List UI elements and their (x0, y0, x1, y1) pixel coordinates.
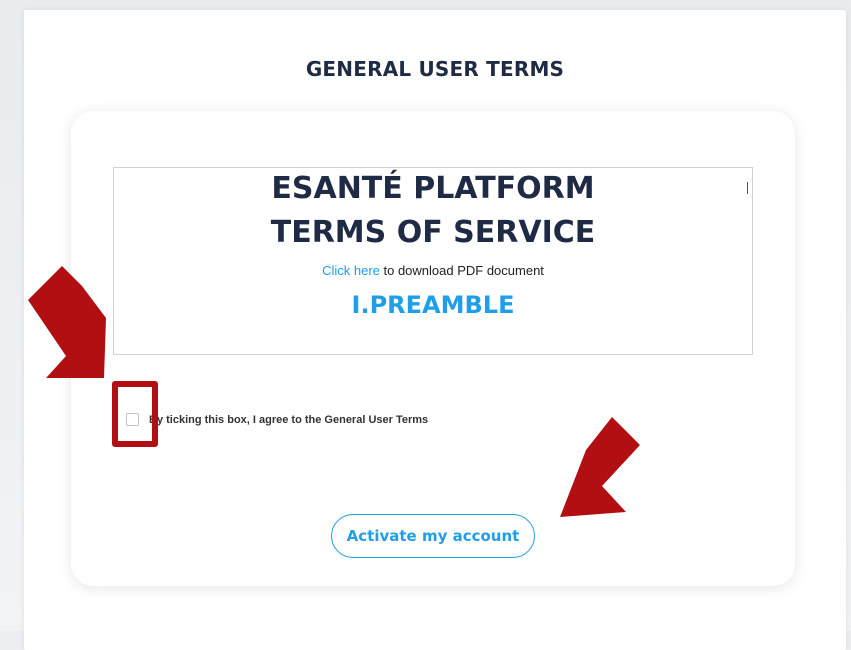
terms-card: ESANTÉ PLATFORM TERMS OF SERVICE Click h… (71, 111, 795, 586)
modal-title: GENERAL USER TERMS (305, 57, 565, 81)
download-pdf-line: Click here to download PDF document (114, 263, 752, 278)
agree-terms-row[interactable]: By ticking this box, I agree to the Gene… (126, 413, 428, 426)
document-title-line-2: TERMS OF SERVICE (270, 215, 596, 250)
download-pdf-link[interactable]: Click here (322, 263, 380, 278)
annotation-highlight-box (112, 381, 158, 447)
terms-scroll-area[interactable]: ESANTÉ PLATFORM TERMS OF SERVICE Click h… (113, 167, 753, 355)
download-pdf-suffix: to download PDF document (379, 263, 544, 278)
activate-account-button[interactable]: Activate my account (331, 514, 535, 558)
terms-modal: GENERAL USER TERMS ESANTÉ PLATFORM TERMS… (24, 10, 846, 650)
agree-terms-label[interactable]: By ticking this box, I agree to the Gene… (149, 414, 428, 426)
document-title-line-1: ESANTÉ PLATFORM (271, 171, 595, 206)
scrollbar-thumb[interactable] (747, 182, 748, 194)
section-heading-preamble: I.PREAMBLE (351, 291, 515, 319)
